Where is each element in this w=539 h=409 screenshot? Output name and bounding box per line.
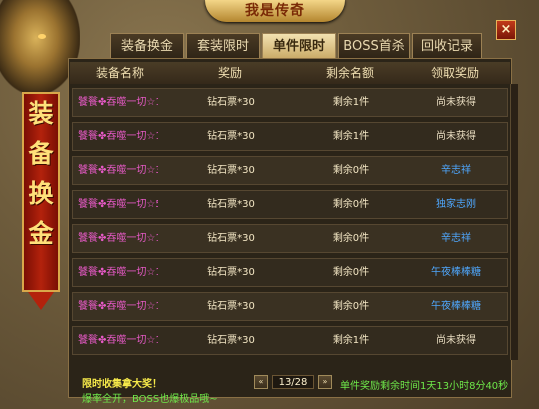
tab-recycle-record[interactable]: 回收记录 bbox=[412, 33, 482, 59]
equip-name-cell: 饕餮✤吞噬一切☆5 bbox=[78, 199, 158, 210]
footer-promo-line2: 爆率全开，BOSS也爆极品哦~ bbox=[82, 394, 218, 405]
table-row: 饕餮✤吞噬一切☆1 钻石票*30 剩余0件 辛志祥 bbox=[72, 224, 508, 253]
title-banner: 我是传奇 bbox=[205, 0, 345, 22]
remaining-cell: 剩余1件 bbox=[332, 335, 370, 346]
remaining-cell: 剩余0件 bbox=[332, 165, 370, 176]
header-remaining: 剩余名额 bbox=[325, 66, 374, 80]
side-banner: 装 备 换 金 bbox=[22, 92, 60, 292]
table-row: 饕餮✤吞噬一切☆1 钻石票*30 剩余1件 尚未获得 bbox=[72, 122, 508, 151]
countdown-text: 单件奖励剩余时间1天13小时8分40秒 bbox=[340, 381, 509, 392]
footer-promo-line1: 限时收集拿大奖！ bbox=[82, 379, 162, 390]
prev-page-button[interactable]: « bbox=[254, 375, 268, 389]
table-header: 装备名称 奖励 剩余名额 领取奖励 bbox=[70, 62, 510, 84]
claim-status-cell[interactable]: 尚未获得 bbox=[406, 89, 506, 116]
header-claim: 领取奖励 bbox=[430, 66, 479, 80]
reward-cell: 钻石票*30 bbox=[207, 131, 255, 142]
side-banner-char: 备 bbox=[28, 139, 54, 168]
equip-name-cell: 饕餮✤吞噬一切☆1 bbox=[78, 267, 158, 278]
reward-cell: 钻石票*30 bbox=[207, 97, 255, 108]
table-row: 饕餮✤吞噬一切☆5 钻石票*30 剩余0件 独家志刚 bbox=[72, 190, 508, 219]
claim-status-cell[interactable]: 尚未获得 bbox=[406, 327, 506, 354]
tab-equip-exchange[interactable]: 装备换金 bbox=[110, 33, 184, 59]
side-banner-char: 装 bbox=[28, 99, 54, 128]
equip-name-cell: 饕餮✤吞噬一切☆1 bbox=[78, 97, 158, 108]
header-reward: 奖励 bbox=[217, 66, 242, 80]
claim-status-cell[interactable]: 独家志刚 bbox=[406, 191, 506, 218]
reward-cell: 钻石票*30 bbox=[207, 301, 255, 312]
dragon-eye-icon bbox=[38, 34, 46, 39]
page-indicator: 13/28 bbox=[272, 375, 314, 389]
tab-single-limited[interactable]: 单件限时 bbox=[262, 33, 336, 59]
claim-status-cell[interactable]: 尚未获得 bbox=[406, 123, 506, 150]
close-button[interactable]: × bbox=[496, 20, 516, 40]
equip-name-cell: 饕餮✤吞噬一切☆1 bbox=[78, 301, 158, 312]
equip-name-cell: 饕餮✤吞噬一切☆1 bbox=[78, 131, 158, 142]
remaining-cell: 剩余0件 bbox=[332, 199, 370, 210]
tab-boss-first-kill[interactable]: BOSS首杀 bbox=[338, 33, 410, 59]
equip-name-cell: 饕餮✤吞噬一切☆3 bbox=[78, 165, 158, 176]
scrollbar[interactable] bbox=[510, 84, 518, 360]
reward-cell: 钻石票*30 bbox=[207, 165, 255, 176]
footer: 限时收集拿大奖！ 爆率全开，BOSS也爆极品哦~ « 13/28 » 单件奖励剩… bbox=[68, 365, 512, 405]
remaining-cell: 剩余1件 bbox=[332, 97, 370, 108]
claim-status-cell[interactable]: 午夜棒棒糖 bbox=[406, 293, 506, 320]
table-row: 饕餮✤吞噬一切☆1 钻石票*30 剩余1件 尚未获得 bbox=[72, 88, 508, 117]
reward-cell: 钻石票*30 bbox=[207, 233, 255, 244]
table-row: 饕餮✤吞噬一切☆1 钻石票*30 剩余0件 午夜棒棒糖 bbox=[72, 292, 508, 321]
remaining-cell: 剩余0件 bbox=[332, 233, 370, 244]
reward-cell: 钻石票*30 bbox=[207, 267, 255, 278]
claim-status-cell[interactable]: 辛志祥 bbox=[406, 157, 506, 184]
next-page-button[interactable]: » bbox=[318, 375, 332, 389]
equip-name-cell: 饕餮✤吞噬一切☆1 bbox=[78, 233, 158, 244]
reward-cell: 钻石票*30 bbox=[207, 199, 255, 210]
tab-set-limited[interactable]: 套装限时 bbox=[186, 33, 260, 59]
remaining-cell: 剩余0件 bbox=[332, 301, 370, 312]
equip-name-cell: 饕餮✤吞噬一切☆1 bbox=[78, 335, 158, 346]
table-row: 饕餮✤吞噬一切☆1 钻石票*30 剩余1件 尚未获得 bbox=[72, 326, 508, 355]
claim-status-cell[interactable]: 辛志祥 bbox=[406, 225, 506, 252]
side-banner-char: 金 bbox=[28, 219, 54, 248]
header-equip-name: 装备名称 bbox=[95, 66, 144, 80]
table-row: 饕餮✤吞噬一切☆3 钻石票*30 剩余0件 辛志祥 bbox=[72, 156, 508, 185]
reward-cell: 钻石票*30 bbox=[207, 335, 255, 346]
table-row: 饕餮✤吞噬一切☆1 钻石票*30 剩余0件 午夜棒棒糖 bbox=[72, 258, 508, 287]
side-banner-char: 换 bbox=[28, 179, 54, 208]
claim-status-cell[interactable]: 午夜棒棒糖 bbox=[406, 259, 506, 286]
remaining-cell: 剩余0件 bbox=[332, 267, 370, 278]
remaining-cell: 剩余1件 bbox=[332, 131, 370, 142]
